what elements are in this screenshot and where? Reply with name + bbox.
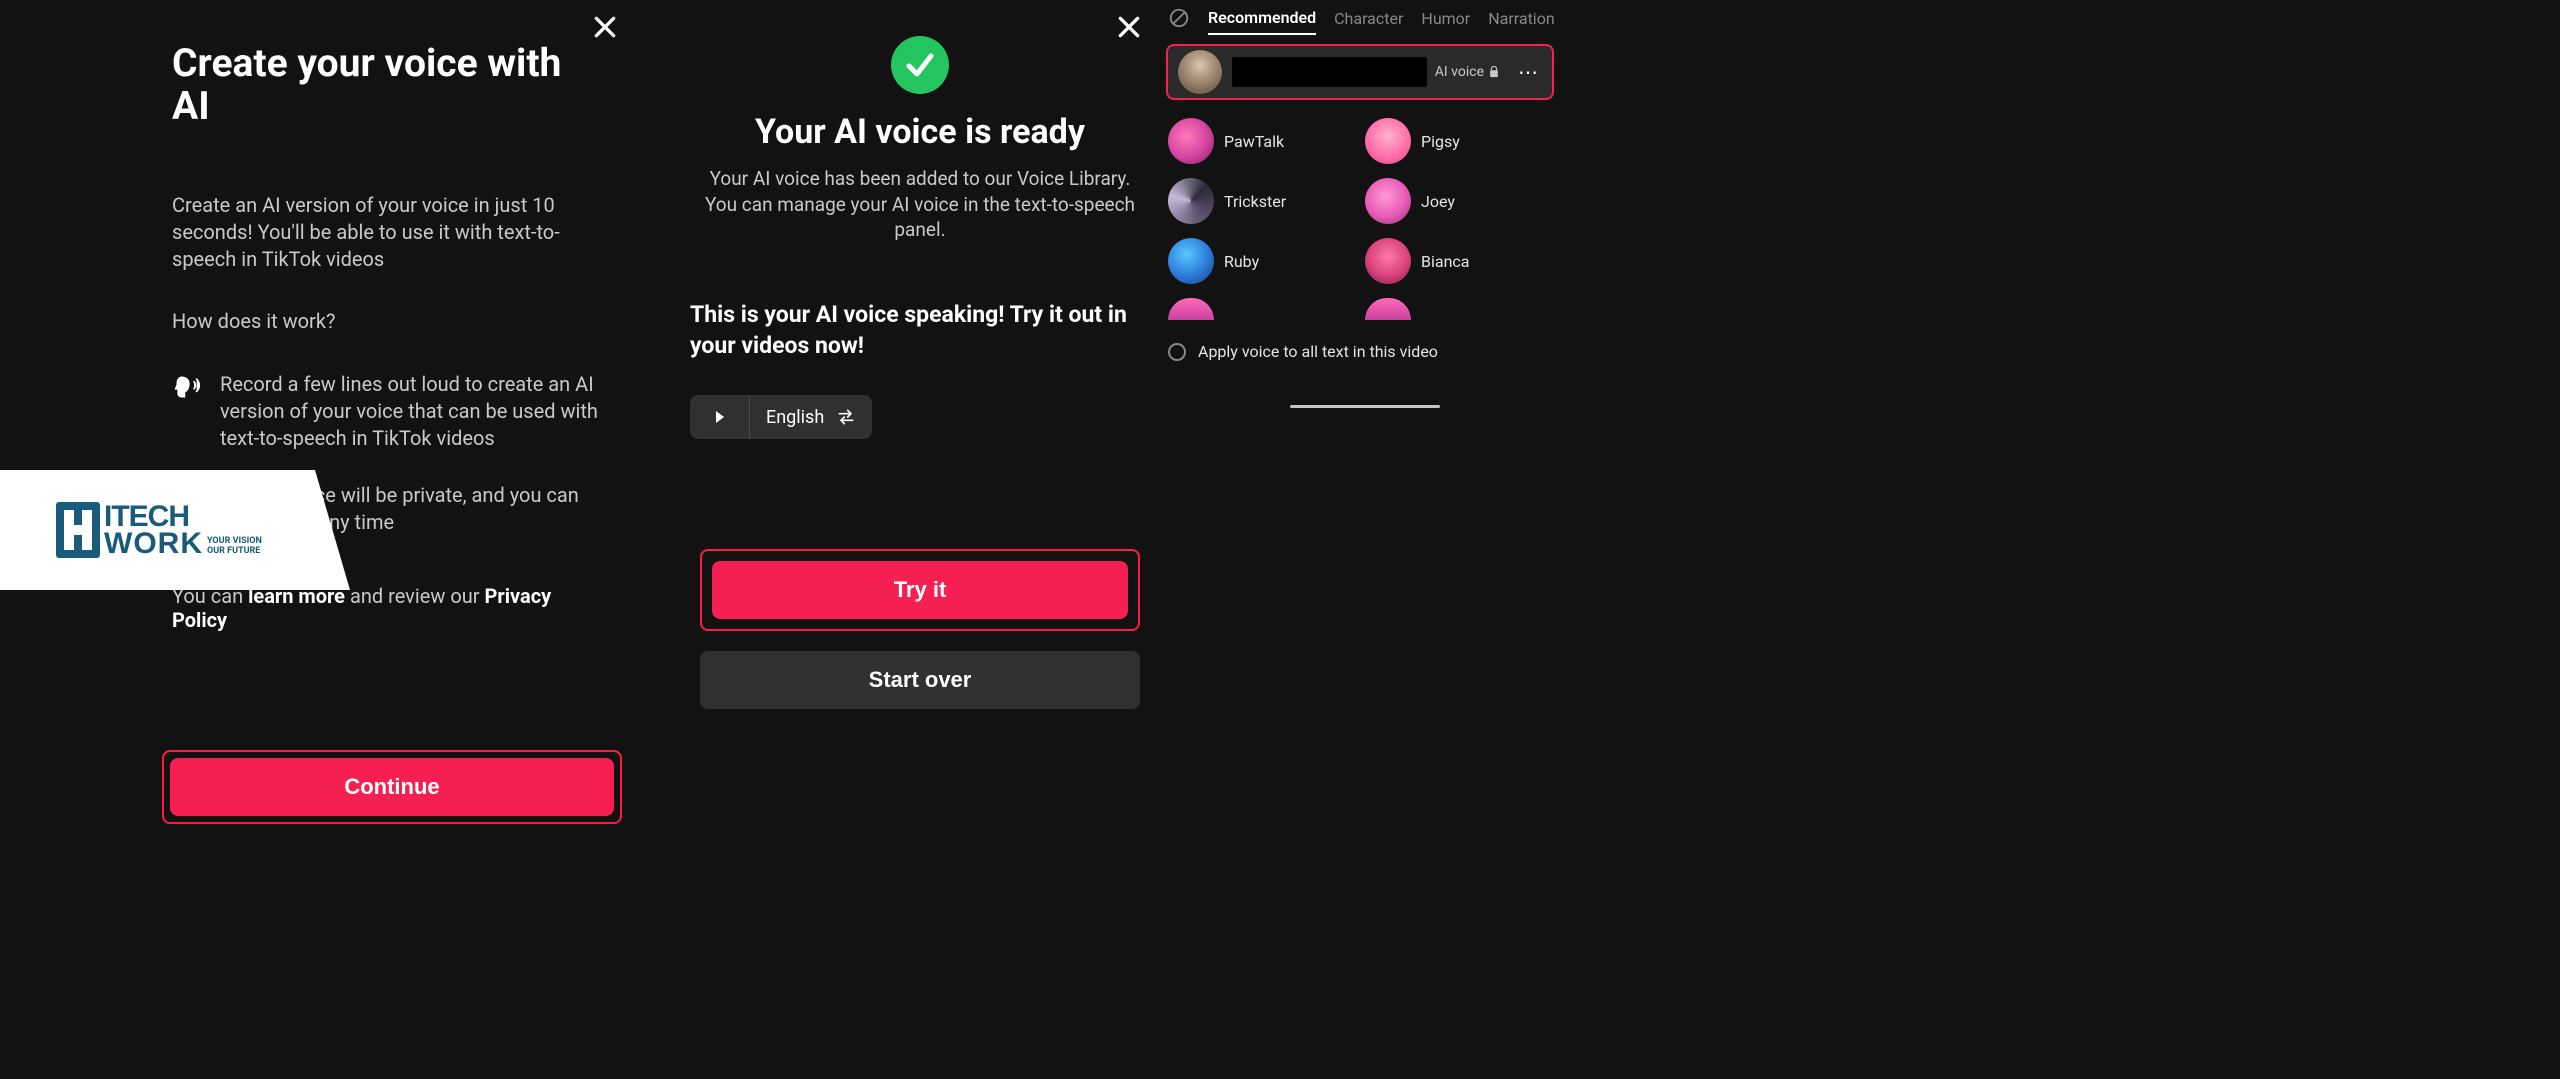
radio-unchecked-icon[interactable]: [1168, 343, 1186, 361]
ai-voice-badge: AI voice: [1435, 64, 1500, 80]
success-check-icon: [891, 36, 949, 94]
language-selector[interactable]: English: [690, 395, 872, 439]
voice-head-icon: [173, 373, 201, 401]
voice-item-pawtalk[interactable]: PawTalk: [1168, 118, 1355, 164]
voice-item-partial[interactable]: [1168, 298, 1355, 320]
play-icon: [716, 411, 724, 423]
start-over-button[interactable]: Start over: [700, 651, 1140, 709]
language-label-box[interactable]: English: [750, 395, 872, 439]
more-options-button[interactable]: ⋯: [1516, 60, 1542, 84]
voice-item-pigsy[interactable]: Pigsy: [1365, 118, 1552, 164]
tab-recommended[interactable]: Recommended: [1208, 2, 1316, 35]
voice-name-redacted: [1232, 57, 1427, 87]
try-it-button[interactable]: Try it: [712, 561, 1128, 619]
voice-label: Joey: [1421, 192, 1455, 211]
panel-title: Create your voice with AI: [32, 42, 608, 128]
voice-avatar: [1365, 238, 1411, 284]
try-it-highlight: Try it: [700, 549, 1140, 631]
tab-narration[interactable]: Narration: [1488, 3, 1554, 34]
privacy-mid: and review our: [345, 584, 485, 608]
voice-item-bianca[interactable]: Bianca: [1365, 238, 1552, 284]
voice-avatar: [1168, 298, 1214, 320]
voice-avatar: [1365, 118, 1411, 164]
voices-grid: PawTalk Pigsy Trickster Joey Ruby Bianca: [1160, 100, 1560, 320]
continue-highlight: Continue: [162, 750, 622, 824]
feature-record-text: Record a few lines out loud to create an…: [220, 371, 600, 452]
close-button[interactable]: [592, 14, 618, 44]
voice-label: PawTalk: [1224, 132, 1284, 151]
horizontal-scrollbar[interactable]: [1160, 405, 1560, 409]
voice-ready-panel: Your AI voice is ready Your AI voice has…: [640, 0, 1160, 1079]
voice-avatar: [1168, 118, 1214, 164]
voice-avatar: [1365, 178, 1411, 224]
swap-icon: [836, 407, 856, 427]
watermark-tag2: OUR FUTURE: [207, 547, 262, 557]
voice-avatar: [1168, 238, 1214, 284]
tab-humor[interactable]: Humor: [1421, 3, 1470, 34]
language-label: English: [766, 407, 824, 428]
voice-item-partial[interactable]: [1365, 298, 1552, 320]
ready-subtitle: Your AI voice has been added to our Voic…: [700, 166, 1140, 243]
voice-avatar: [1365, 298, 1411, 320]
tab-character[interactable]: Character: [1334, 3, 1403, 34]
watermark-logo: ITECH WORK YOUR VISION OUR FUTURE: [0, 470, 350, 590]
continue-button[interactable]: Continue: [170, 758, 614, 816]
voice-label: Ruby: [1224, 252, 1259, 271]
voice-label: Pigsy: [1421, 132, 1460, 151]
apply-voice-row[interactable]: Apply voice to all text in this video: [1160, 320, 1560, 361]
apply-voice-label: Apply voice to all text in this video: [1198, 342, 1438, 361]
voice-label: Trickster: [1224, 192, 1286, 211]
panel-description: Create an AI version of your voice in ju…: [32, 192, 608, 273]
close-button[interactable]: [1116, 14, 1142, 44]
lock-icon: [1488, 66, 1500, 78]
scrollbar-thumb[interactable]: [1290, 405, 1440, 408]
ready-title: Your AI voice is ready: [755, 112, 1085, 152]
close-icon: [1116, 14, 1142, 40]
voice-library-panel: Recommended Character Humor Narration AI…: [1160, 0, 1560, 1079]
watermark-line2: WORK: [104, 530, 203, 557]
my-ai-voice-tile[interactable]: AI voice ⋯: [1166, 44, 1554, 100]
voice-category-tabs: Recommended Character Humor Narration: [1160, 0, 1560, 36]
voice-label: Bianca: [1421, 252, 1469, 271]
voice-avatar: [1168, 178, 1214, 224]
voice-item-trickster[interactable]: Trickster: [1168, 178, 1355, 224]
demo-text: This is your AI voice speaking! Try it o…: [690, 299, 1150, 361]
feature-record: Record a few lines out loud to create an…: [32, 371, 608, 452]
user-avatar: [1178, 50, 1222, 94]
none-icon[interactable]: [1168, 7, 1190, 29]
watermark-h-icon: [56, 502, 100, 558]
play-button[interactable]: [690, 395, 750, 439]
voice-item-joey[interactable]: Joey: [1365, 178, 1552, 224]
voice-item-ruby[interactable]: Ruby: [1168, 238, 1355, 284]
how-it-works-label: How does it work?: [32, 309, 608, 333]
watermark-line1: ITECH: [104, 503, 262, 530]
close-icon: [592, 14, 618, 40]
privacy-line: You can learn more and review our Privac…: [32, 584, 608, 632]
